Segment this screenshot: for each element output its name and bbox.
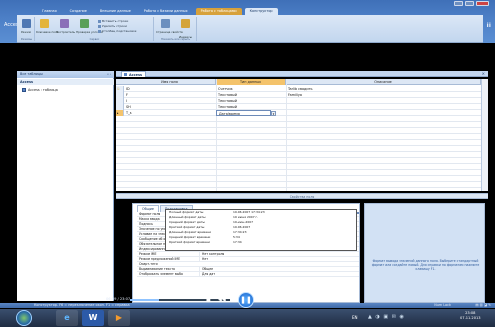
nav-item-table[interactable]: Access : таблица [19, 87, 111, 93]
property-sheet-icon[interactable] [161, 19, 170, 28]
insert-rows-icon [98, 19, 101, 23]
maximize-icon[interactable] [465, 1, 474, 6]
nav-header[interactable]: Все таблицы « ‹ [17, 71, 114, 78]
document-tab[interactable]: Access [121, 71, 146, 77]
tab-external-data[interactable]: Внешние данные [95, 8, 136, 15]
previous-icon[interactable]: ◀◀ [218, 295, 226, 305]
nav-item-label: Access : таблица [28, 88, 58, 92]
document-tab-bar: Access × [116, 71, 488, 77]
delete-rows-button[interactable]: Удалить строки [98, 24, 127, 28]
menu-handle-icon[interactable]: ⁞⁞ [486, 22, 491, 29]
table-icon [22, 88, 26, 92]
format-name: Краткий формат времени [169, 240, 210, 244]
delete-rows-label: Удалить строки [102, 24, 127, 28]
close-document-icon[interactable]: × [482, 71, 485, 76]
ribbon-group-views-label: Режимы [20, 38, 33, 41]
media-player-icon[interactable]: ▶ [108, 310, 130, 326]
help-text: Формат вывода значений данного поля. Выб… [371, 259, 480, 271]
field-properties-title: Свойства поля [116, 193, 488, 199]
lookup-column-button[interactable]: Столбец подстановок [98, 29, 137, 33]
stop-icon[interactable]: ■ [206, 295, 211, 305]
tab-create[interactable]: Создание [65, 8, 92, 15]
validation-icon[interactable] [80, 19, 89, 28]
tab-table-tools[interactable]: Работа с таблицами [195, 8, 242, 15]
minimize-icon[interactable] [454, 1, 463, 6]
ribbon-group-views: Режим Режимы [19, 17, 35, 41]
window-controls [454, 1, 489, 6]
insert-rows-button[interactable]: Вставить строки [98, 19, 128, 23]
nav-group-header[interactable]: Access [17, 79, 114, 85]
column-header-description: Описание [286, 79, 481, 85]
insert-rows-label: Вставить строки [102, 19, 129, 23]
list-item[interactable]: Краткий формат времени 17:34 [166, 240, 356, 245]
language-indicator[interactable]: EN [352, 315, 358, 320]
primary-key-icon[interactable] [40, 19, 49, 28]
num-lock-indicator: Num Lock [434, 303, 451, 307]
taskbar: e W ▶ EN ▲ ◑ ▣ ✉ ◉ 23:08 07.11.2013 [0, 309, 495, 327]
ribbon: Режим Режимы Ключевое поле Построитель П… [17, 15, 483, 43]
field-design-grid: Имя поля Тип данных Описание ⚿ ID Счетчи… [116, 79, 488, 191]
clock[interactable]: 23:08 07.11.2013 [460, 311, 481, 321]
clock-date: 07.11.2013 [460, 316, 481, 320]
ribbon-group-show: Страница свойств Индексы Показать или ск… [155, 17, 197, 41]
browser-icon[interactable]: e [56, 310, 78, 326]
nav-collapse-icon[interactable]: « ‹ [107, 72, 111, 76]
document-tab-label: Access [129, 73, 142, 77]
property-label: Отображать элемент выбо [139, 272, 183, 276]
column-header-field-name: Имя поля [124, 79, 216, 85]
primary-key-icon: ⚿ [117, 87, 120, 91]
tab-database-tools[interactable]: Работа с базами данных [139, 8, 193, 15]
column-header-data-type: Тип данных [216, 79, 286, 85]
ribbon-group-tools: Ключевое поле Построитель Проверка услов… [36, 17, 154, 41]
chevron-down-icon[interactable]: ▾ [271, 110, 276, 116]
next-icon[interactable]: ▶▶ [258, 295, 266, 305]
property-value[interactable]: Для дат [199, 272, 359, 277]
close-icon[interactable] [476, 1, 489, 6]
ribbon-group-show-label: Показать или скрыть [160, 38, 191, 41]
seek-bar[interactable] [130, 299, 230, 301]
empty-row[interactable] [116, 182, 481, 188]
builder-button[interactable]: Построитель [56, 30, 75, 34]
delete-rows-icon [98, 24, 101, 28]
view-switcher-icons[interactable]: ▤ ▥ ◪ ✎ [475, 303, 491, 308]
ribbon-tabs: Главная Создание Внешние данные Работа с… [37, 8, 278, 15]
indexes-icon[interactable] [181, 19, 190, 28]
pause-icon[interactable]: ❚❚ [238, 292, 254, 308]
seek-bar-fill [130, 299, 159, 301]
table-icon [124, 73, 127, 76]
navigation-pane: Все таблицы « ‹ Access Access : таблица [17, 71, 114, 301]
format-dropdown-list: Полный формат даты 19.06.2007 17:34:23 Дл… [165, 209, 357, 251]
property-sheet-button[interactable]: Страница свойств [156, 30, 183, 34]
vertical-scrollbar[interactable] [481, 79, 488, 191]
volume-icon[interactable]: ◀) [278, 295, 284, 305]
lookup-column-icon [98, 29, 101, 33]
media-player-controls: 06:39 / 23:07 ■ ◀◀ ❚❚ ▶▶ ◀) [106, 292, 318, 309]
word-icon[interactable]: W [82, 310, 104, 326]
grid-header: Имя поля Тип данных Описание [116, 79, 481, 85]
current-row-icon: ▸ [117, 111, 119, 115]
ribbon-group-tools-label: Сервис [89, 38, 100, 41]
property-help-pane: Формат вывода значений данного поля. Выб… [364, 203, 485, 303]
screen: Access ⁞⁞ Главная Создание Внешние данны… [0, 0, 495, 327]
player-time: 06:39 / 23:07 [106, 297, 131, 301]
builder-icon[interactable] [60, 19, 69, 28]
tab-general[interactable]: Общие [137, 205, 159, 212]
view-icon[interactable] [22, 19, 31, 28]
lookup-column-label: Столбец подстановок [102, 29, 137, 33]
tab-home[interactable]: Главная [37, 8, 62, 15]
start-button[interactable] [16, 310, 32, 326]
view-button-label[interactable]: Режим [21, 30, 31, 34]
property-row[interactable]: Отображать элемент выбо Для дат [137, 272, 359, 277]
nav-header-label: Все таблицы [20, 72, 43, 76]
tab-design[interactable]: Конструктор [244, 8, 278, 15]
format-sample: 17:34 [233, 240, 242, 244]
system-tray-icons[interactable]: ▲ ◑ ▣ ✉ ◉ [368, 314, 405, 320]
